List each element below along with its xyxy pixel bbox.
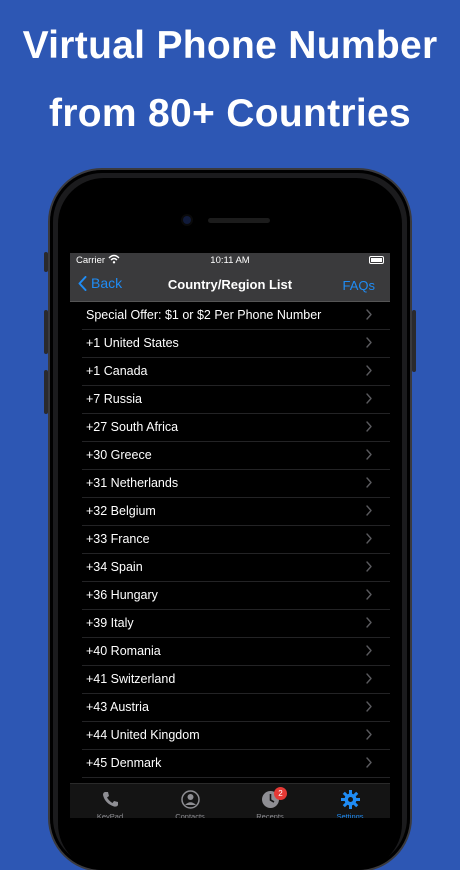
chevron-right-icon [366, 561, 372, 572]
country-row[interactable]: +27 South Africa [82, 414, 390, 442]
country-row[interactable]: +39 Italy [82, 610, 390, 638]
tab-settings[interactable]: Settings [310, 789, 390, 818]
chevron-right-icon [366, 673, 372, 684]
notification-badge: 2 [274, 787, 287, 800]
row-label: +31 Netherlands [86, 476, 179, 490]
chevron-right-icon [366, 505, 372, 516]
tab-label: Settings [336, 812, 364, 818]
row-label: +45 Denmark [86, 756, 162, 770]
row-label: +33 France [86, 532, 150, 546]
row-label: +34 Spain [86, 560, 143, 574]
row-label: Special Offer: $1 or $2 Per Phone Number [86, 308, 322, 322]
row-label: +1 United States [86, 336, 179, 350]
row-label: +43 Austria [86, 700, 149, 714]
row-label: +1 Canada [86, 364, 148, 378]
country-list: Special Offer: $1 or $2 Per Phone Number… [70, 302, 390, 806]
contacts-icon [180, 790, 200, 809]
country-row[interactable]: +1 United States [82, 330, 390, 358]
chevron-right-icon [366, 337, 372, 348]
phone-icon [102, 792, 118, 807]
camera-icon [183, 216, 191, 224]
tab-keypad[interactable]: KeyPad [70, 789, 150, 818]
row-label: +7 Russia [86, 392, 142, 406]
phone-screen: Carrier 10:11 AM Back Country/Region Lis… [70, 253, 390, 818]
chevron-right-icon [366, 309, 372, 320]
row-label: +39 Italy [86, 616, 134, 630]
country-row[interactable]: +31 Netherlands [82, 470, 390, 498]
tab-label: KeyPad [96, 812, 124, 818]
chevron-right-icon [366, 757, 372, 768]
speaker-grille [208, 218, 270, 223]
chevron-right-icon [366, 533, 372, 544]
headline-line-2: from 80+ Countries [49, 92, 411, 135]
status-bar: Carrier 10:11 AM [70, 253, 390, 269]
country-row[interactable]: +43 Austria [82, 694, 390, 722]
country-row[interactable]: +33 France [82, 526, 390, 554]
status-time: 10:11 AM [210, 255, 250, 266]
country-row[interactable]: +44 United Kingdom [82, 722, 390, 750]
battery-icon [369, 256, 384, 264]
row-label: +32 Belgium [86, 504, 156, 518]
country-row[interactable]: +1 Canada [82, 358, 390, 386]
row-label: +40 Romania [86, 644, 161, 658]
mute-switch [44, 252, 48, 272]
country-row[interactable]: +30 Greece [82, 442, 390, 470]
chevron-right-icon [366, 645, 372, 656]
chevron-right-icon [366, 729, 372, 740]
chevron-right-icon [366, 365, 372, 376]
volume-down-button [44, 370, 48, 414]
row-label: +41 Switzerland [86, 672, 176, 686]
row-label: +44 United Kingdom [86, 728, 200, 742]
row-label: +30 Greece [86, 448, 152, 462]
special-offer-row[interactable]: Special Offer: $1 or $2 Per Phone Number [82, 302, 390, 330]
faqs-button[interactable]: FAQs [342, 278, 375, 293]
chevron-right-icon [366, 589, 372, 600]
country-row[interactable]: +32 Belgium [82, 498, 390, 526]
country-row[interactable]: +34 Spain [82, 554, 390, 582]
tab-bar: KeyPad Contacts Recents 2 Settings [70, 783, 390, 818]
tab-label: Recents [256, 812, 284, 818]
row-label: +36 Hungary [86, 588, 158, 602]
country-row[interactable]: +36 Hungary [82, 582, 390, 610]
tab-recents[interactable]: Recents 2 [230, 787, 310, 818]
chevron-right-icon [366, 477, 372, 488]
chevron-right-icon [366, 421, 372, 432]
headline-line-1: Virtual Phone Number [22, 24, 438, 67]
power-button [412, 310, 416, 372]
country-row[interactable]: +7 Russia [82, 386, 390, 414]
chevron-right-icon [366, 701, 372, 712]
tab-contacts[interactable]: Contacts [150, 789, 230, 818]
gear-icon [340, 790, 360, 809]
country-row[interactable]: +40 Romania [82, 638, 390, 666]
country-row[interactable]: +41 Switzerland [82, 666, 390, 694]
chevron-right-icon [366, 393, 372, 404]
chevron-right-icon [366, 617, 372, 628]
chevron-right-icon [366, 449, 372, 460]
volume-up-button [44, 310, 48, 354]
tab-label: Contacts [175, 812, 205, 818]
row-label: +27 South Africa [86, 420, 179, 434]
navigation-bar: Back Country/Region List FAQs [70, 269, 390, 302]
country-row[interactable]: +45 Denmark [82, 750, 390, 778]
